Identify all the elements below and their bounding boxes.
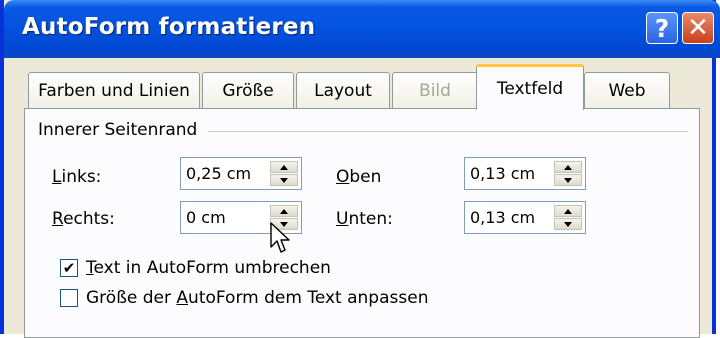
links-spin-down-button[interactable] (270, 174, 298, 186)
tab-label: Bild (419, 80, 451, 101)
help-icon: ? (654, 13, 670, 43)
tab-textfeld[interactable]: Textfeld (476, 64, 584, 110)
resize-shape-label-rest: utoForm dem Text anpassen (188, 288, 429, 308)
oben-spin-buttons (554, 161, 582, 186)
unten-label-key: U (336, 209, 349, 229)
arrow-up-icon (280, 164, 288, 170)
resize-shape-label[interactable]: Größe der AutoForm dem Text anpassen (86, 288, 428, 308)
unten-spin-buttons (554, 205, 582, 230)
wrap-text-label-key: T (86, 258, 94, 278)
unten-label: Unten: (336, 209, 393, 229)
oben-spinner[interactable]: 0,13 cm (464, 157, 586, 190)
links-label: Links: (52, 167, 101, 187)
group-title: Innerer Seitenrand (38, 120, 204, 140)
tab-label: Farben und Linien (38, 80, 190, 101)
rechts-value[interactable]: 0 cm (186, 208, 226, 227)
tab-farben-und-linien[interactable]: Farben und Linien (28, 72, 200, 108)
tab-bild: Bild (392, 72, 478, 108)
oben-label: Oben (336, 167, 381, 187)
oben-value[interactable]: 0,13 cm (470, 164, 535, 183)
tab-strip: Farben und Linien Größe Layout Bild Text… (24, 62, 704, 110)
links-spin-up-button[interactable] (270, 161, 298, 173)
rechts-label: Rechts: (52, 209, 115, 229)
resize-shape-label-key: A (176, 288, 189, 308)
unten-value[interactable]: 0,13 cm (470, 208, 535, 227)
oben-label-key: O (336, 167, 350, 187)
mouse-pointer-icon (270, 222, 290, 253)
resize-shape-checkbox[interactable] (60, 289, 78, 307)
arrow-down-icon (564, 177, 572, 183)
rechts-label-key: R (52, 209, 64, 229)
oben-spin-down-button[interactable] (554, 174, 582, 186)
arrow-down-icon (564, 221, 572, 227)
unten-spinner[interactable]: 0,13 cm (464, 201, 586, 234)
tab-groesse[interactable]: Größe (202, 72, 294, 108)
tab-layout[interactable]: Layout (296, 72, 390, 108)
unten-label-rest: nten: (348, 209, 393, 229)
arrow-up-icon (564, 164, 572, 170)
links-value[interactable]: 0,25 cm (186, 164, 251, 183)
rechts-spin-up-button[interactable] (270, 205, 298, 217)
links-spin-buttons (270, 161, 298, 186)
close-button[interactable]: ✕ (682, 12, 714, 44)
wrap-text-label-rest: ext in AutoForm umbrechen (93, 258, 331, 278)
wrap-text-label[interactable]: Text in AutoForm umbrechen (86, 258, 331, 278)
arrow-up-icon (564, 208, 572, 214)
arrow-up-icon (280, 208, 288, 214)
group-divider (208, 131, 688, 132)
links-spinner[interactable]: 0,25 cm (180, 157, 302, 190)
arrow-down-icon (280, 177, 288, 183)
wrap-text-checkbox[interactable]: ✔ (60, 259, 78, 277)
unten-spin-down-button[interactable] (554, 218, 582, 230)
tab-label: Layout (314, 80, 372, 101)
title-bar[interactable]: AutoForm formatieren ? ✕ (4, 0, 720, 58)
close-icon: ✕ (687, 13, 709, 43)
tab-web[interactable]: Web (584, 72, 670, 108)
window-title: AutoForm formatieren (22, 14, 316, 40)
tab-label: Web (608, 80, 646, 101)
oben-spin-up-button[interactable] (554, 161, 582, 173)
rechts-label-rest: echts: (63, 209, 115, 229)
unten-spin-up-button[interactable] (554, 205, 582, 217)
tab-label: Textfeld (496, 78, 564, 99)
checkmark-icon: ✔ (62, 258, 76, 277)
links-label-rest: inks: (61, 167, 102, 187)
tab-label: Größe (222, 80, 274, 101)
help-button[interactable]: ? (646, 12, 678, 44)
resize-shape-label-pre: Größe der (86, 288, 177, 308)
oben-label-rest: ben (349, 167, 382, 187)
